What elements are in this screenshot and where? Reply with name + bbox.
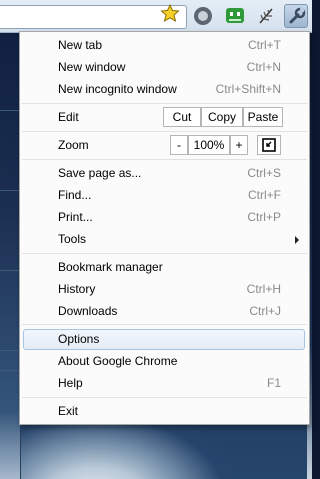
menu-item-downloads[interactable]: Downloads Ctrl+J (20, 301, 309, 323)
menu-item-label: New tab (58, 38, 103, 52)
menu-item-edit: Edit Cut Copy Paste (20, 107, 309, 129)
menu-separator (22, 159, 307, 160)
menu-item-zoom: Zoom - 100% + (20, 135, 309, 157)
extension-feather-icon[interactable] (255, 5, 277, 27)
zoom-in-button[interactable]: + (230, 135, 248, 155)
menu-item-label: About Google Chrome (58, 354, 178, 368)
menu-separator (22, 397, 307, 398)
menu-item-shortcut: Ctrl+T (248, 38, 281, 52)
menu-item-label: Edit (58, 110, 79, 124)
menu-item-label: Tools (58, 232, 87, 246)
menu-item-label: New incognito window (58, 82, 177, 96)
menu-item-shortcut: Ctrl+J (249, 304, 281, 318)
menu-item-new-incognito-window[interactable]: New incognito window Ctrl+Shift+N (20, 79, 309, 101)
menu-item-label: Save page as... (58, 166, 142, 180)
menu-item-label: New window (58, 60, 126, 74)
menu-item-print[interactable]: Print... Ctrl+P (20, 207, 309, 229)
menu-item-new-window[interactable]: New window Ctrl+N (20, 57, 309, 79)
copy-button[interactable]: Copy (201, 107, 243, 127)
menu-item-shortcut: Ctrl+H (246, 282, 281, 296)
menu-item-label: Print... (58, 210, 93, 224)
cut-button[interactable]: Cut (163, 107, 201, 127)
menu-item-about[interactable]: About Google Chrome (20, 351, 309, 373)
menu-item-label: Exit (58, 404, 79, 418)
address-bar[interactable] (0, 5, 187, 29)
menu-item-find[interactable]: Find... Ctrl+F (20, 185, 309, 207)
zoom-level: 100% (188, 135, 230, 155)
menu-item-shortcut: Ctrl+Shift+N (215, 82, 281, 96)
menu-item-shortcut: Ctrl+S (247, 166, 281, 180)
menu-item-bookmark-manager[interactable]: Bookmark manager (20, 257, 309, 279)
menu-separator (22, 103, 307, 104)
menu-item-tools[interactable]: Tools (20, 229, 309, 251)
chrome-main-menu: New tab Ctrl+T New window Ctrl+N New inc… (19, 31, 310, 425)
wrench-icon (289, 7, 306, 24)
submenu-arrow-icon (295, 236, 299, 244)
menu-separator (22, 253, 307, 254)
menu-item-save-page[interactable]: Save page as... Ctrl+S (20, 163, 309, 185)
menu-item-label: Find... (58, 188, 92, 202)
paste-button[interactable]: Paste (243, 107, 283, 127)
menu-item-help[interactable]: Help F1 (20, 373, 309, 395)
fullscreen-button[interactable] (257, 135, 281, 155)
menu-item-options[interactable]: Options (20, 329, 309, 351)
menu-item-shortcut: Ctrl+N (246, 60, 281, 74)
menu-separator (22, 131, 307, 132)
menu-item-new-tab[interactable]: New tab Ctrl+T (20, 35, 309, 57)
browser-toolbar (0, 0, 312, 33)
wrench-menu-button[interactable] (284, 4, 308, 28)
menu-item-shortcut: Ctrl+F (248, 188, 281, 202)
menu-item-label: Help (58, 376, 83, 390)
menu-item-label: Options (58, 332, 100, 346)
extension-green-icon[interactable] (224, 5, 246, 27)
menu-item-exit[interactable]: Exit (20, 401, 309, 423)
fullscreen-icon (262, 138, 276, 152)
menu-item-history[interactable]: History Ctrl+H (20, 279, 309, 301)
menu-item-label: Bookmark manager (58, 260, 163, 274)
menu-item-label: Downloads (58, 304, 118, 318)
extension-circle-icon[interactable] (192, 5, 214, 27)
zoom-out-button[interactable]: - (170, 135, 188, 155)
menu-item-label: History (58, 282, 96, 296)
menu-item-label: Zoom (58, 138, 89, 152)
star-icon[interactable] (160, 4, 180, 22)
menu-separator (22, 324, 307, 325)
menu-item-shortcut: F1 (266, 376, 281, 390)
menu-item-shortcut: Ctrl+P (247, 210, 281, 224)
page-left-edge (0, 30, 21, 479)
